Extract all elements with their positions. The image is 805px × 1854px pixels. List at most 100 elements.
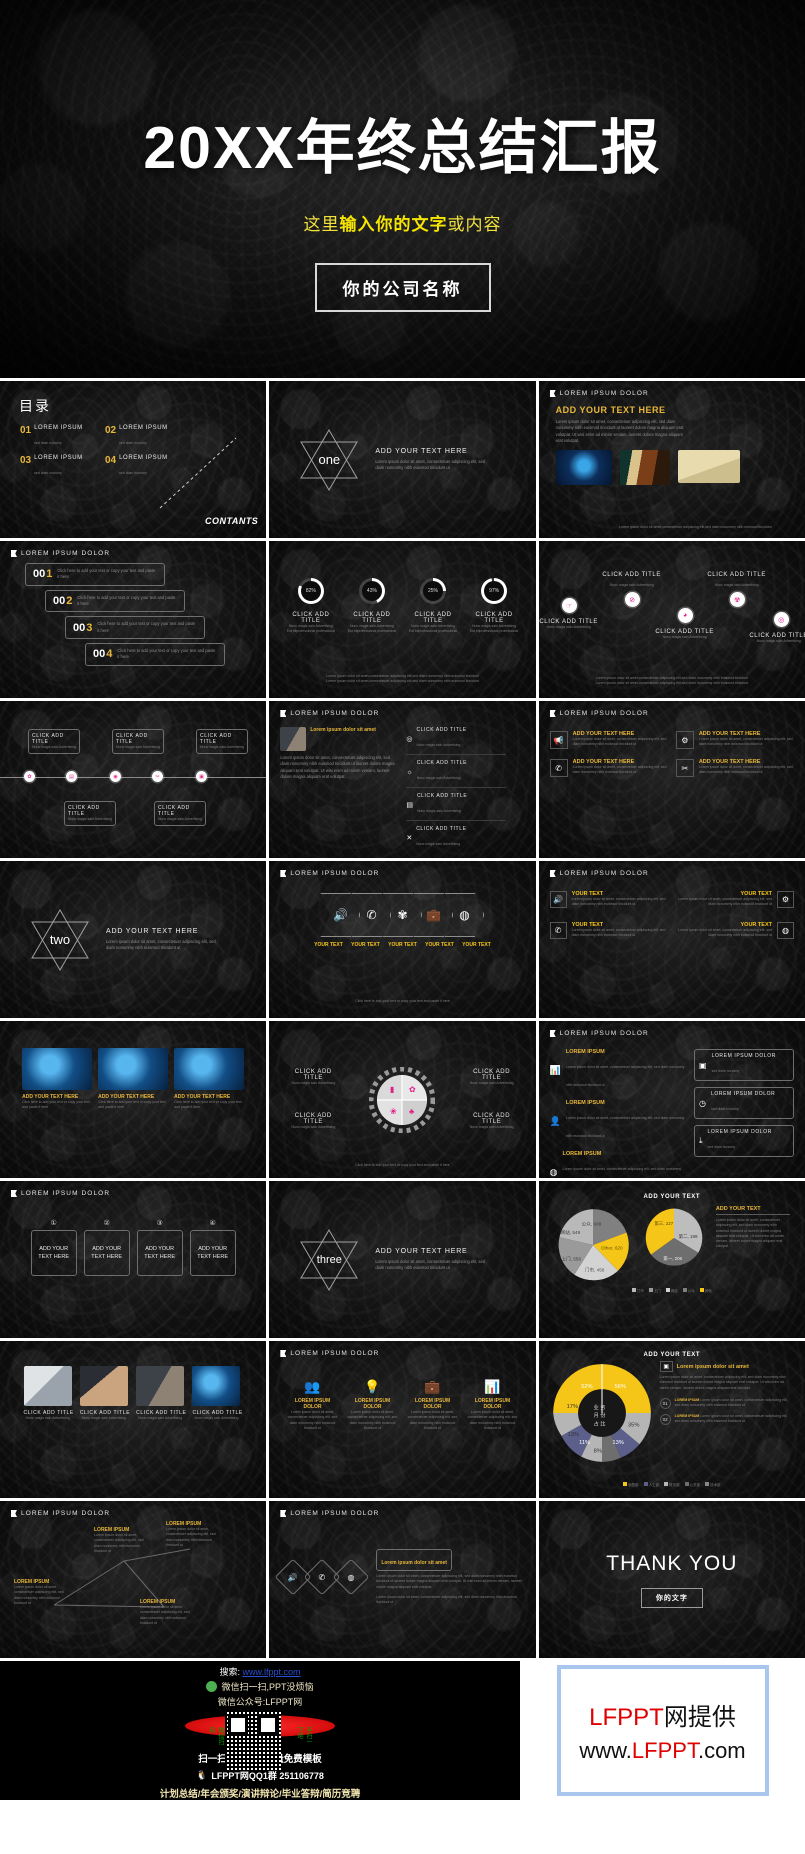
slide-thumb-four-cards[interactable]: LOREM IPSUM DOLOR ① ADD YOUR TEXT HERE ②… [0,1181,267,1338]
slide-thumb-icon-rows[interactable]: LOREM IPSUM DOLOR 📊 LOREM IPSUM Lorem ip… [538,1021,805,1178]
chart-icon: 📊 [484,1379,501,1394]
slide-thumb-diamonds[interactable]: LOREM IPSUM DOLOR 🔊 ✆ ◍ Lorem ipsum dolo… [269,1501,536,1658]
icon-block[interactable]: ✆ YOUR TEXT Lorem ipsum dolor sit amet, … [549,922,669,939]
slide-thumb-section-one[interactable]: one ADD YOUR TEXT HERE Lorem ipsum dolor… [269,381,536,538]
slide-thumb-diagram[interactable]: LOREM IPSUM DOLOR LOREM IPSUM Lorem ipsu… [0,1501,267,1658]
icon-block[interactable]: ⚙ ADD YOUR TEXT HERE Lorem ipsum dolor s… [675,731,794,749]
numbered-item[interactable]: 01 LOREM IPSUM Lorem ipsum dolor sit ame… [659,1397,794,1409]
slide-thumb-toc[interactable]: 目录 01 LOREM IPSUM sed diam nonumy 02 LOR… [0,381,267,538]
photo-card[interactable]: CLICK ADD TITLE Nunc magis sain Advertis… [192,1366,242,1421]
numbered-card[interactable]: ① ADD YOUR TEXT HERE [30,1219,77,1276]
slide-thumb-chevrons[interactable]: LOREM IPSUM DOLOR 🔊 ✆ ✾ 💼 ◍ YOUR TEXT YO… [269,861,536,1018]
icon-block[interactable]: ✂ ADD YOUR TEXT HERE Lorem ipsum dolor s… [675,759,794,777]
zigzag-node[interactable]: ◎ CLICK ADD TITLE Nunc magis sain Advert… [749,612,805,644]
phone-icon: ✆ [366,908,377,922]
slide-thumb-three-photos[interactable]: ADD YOUR TEXT HERE Click here to add you… [0,1021,267,1178]
toc-item-01[interactable]: 01 LOREM IPSUM sed diam nonumy [20,425,95,449]
toc-item-03[interactable]: 03 LOREM IPSUM sed diam nonumy [20,455,95,479]
slide-header-label: LOREM IPSUM DOLOR [21,1190,111,1197]
bulb-icon[interactable]: ◍ [332,1558,370,1596]
zigzag-node[interactable]: CLICK ADD TITLE Nunc magis sain Advertis… [602,572,665,608]
icon-block[interactable]: ✆ ADD YOUR TEXT HERE Lorem ipsum dolor s… [549,759,668,777]
list-item[interactable]: ✕ CLICK ADD TITLE Nunc magis sain Advert… [406,826,506,850]
card-label: ADD YOUR TEXT HERE [30,1230,77,1276]
slide-thumb-gear[interactable]: CLICK ADD TITLE Nunc magis sain Advertis… [269,1021,536,1178]
slide-thumb-photo-list[interactable]: LOREM IPSUM DOLOR Lorem ipsum dolor sit … [269,701,536,858]
monitor-icon[interactable]: ▣ [196,771,207,782]
photo-card[interactable]: ADD YOUR TEXT HERE Click here to add you… [174,1048,245,1111]
step-row[interactable]: 00 1 Click here to add your text or copy … [25,563,165,586]
hand-pointer-icon: ☞ [561,598,577,613]
icon-card[interactable]: ⤓ LOREM IPSUM DOLOR sed diam nonumy [694,1125,794,1157]
timeline-callout[interactable]: CLICK ADD TITLE Nunc magis sain Advertis… [112,729,164,755]
timeline-callout[interactable]: CLICK ADD TITLE Nunc magis sain Advertis… [28,729,80,755]
timeline-callout[interactable]: CLICK ADD TITLE Nunc magis sain Advertis… [196,729,248,755]
footer-search-url[interactable]: www.lfppt.com [243,1667,301,1677]
step-row[interactable]: 00 3 Click here to add your text or copy … [65,616,205,640]
photo-card[interactable]: ADD YOUR TEXT HERE Click here to add you… [98,1048,169,1111]
thumb-photo [192,1366,241,1406]
step-text: Click here to add your text or copy your… [57,568,156,580]
icon-block[interactable]: ⚙ YOUR TEXT Lorem ipsum dolor sit amet, … [675,891,794,908]
numbered-card[interactable]: ② ADD YOUR TEXT HERE [83,1219,130,1276]
slide-thumb-icon-four[interactable]: LOREM IPSUM DOLOR 👥 LOREM IPSUM DOLOR Lo… [269,1341,536,1498]
clock-icon: ◷ [699,1098,706,1108]
list-item[interactable]: ▤ CLICK ADD TITLE Nunc magis sain Advert… [406,793,507,821]
slide-thumb-thank-you[interactable]: THANK YOU 你的文字 [538,1501,805,1658]
icon-column[interactable]: 📊 LOREM IPSUM DOLOR Lorem ipsum dolor si… [465,1379,519,1431]
slide-thumb-three-images[interactable]: LOREM IPSUM DOLOR ADD YOUR TEXT HERE Lor… [538,381,805,538]
slide-thumb-timeline[interactable]: CLICK ADD TITLE Nunc magis sain Advertis… [0,701,267,858]
diagram-node[interactable]: LOREM IPSUM Lorem ipsum dolor sit amet, … [166,1521,224,1548]
slide-thumb-photo-grid[interactable]: CLICK ADD TITLE Nunc magis sain Advertis… [0,1341,267,1498]
list-item[interactable]: ◎ CLICK ADD TITLE Nunc magis sain Advert… [406,727,507,755]
watermark-suffix: 网提供 [663,1704,736,1731]
photo-card[interactable]: CLICK ADD TITLE Nunc magis sain Advertis… [79,1366,130,1421]
zigzag-node[interactable]: CLICK ADD TITLE Nunc magis sain Advertis… [707,572,770,608]
numbered-card[interactable]: ④ ADD YOUR TEXT HERE [189,1219,236,1276]
slide-thumb-four-icons[interactable]: LOREM IPSUM DOLOR 📢 ADD YOUR TEXT HERE L… [538,701,805,858]
slide-thumb-rings[interactable]: 82% CLICK ADD TITLE Nunc magis sain Adve… [269,541,536,698]
zigzag-node[interactable]: ◕ CLICK ADD TITLE Nunc magis sain Advert… [655,608,718,640]
timeline-callout[interactable]: CLICK ADD TITLE Nunc magis sain Advertis… [154,801,206,827]
list-item[interactable]: ☼ CLICK ADD TITLE Nunc magis sain Advert… [406,760,507,788]
toc-sub: sed diam nonumy [34,441,62,445]
icon-row[interactable]: 👤 LOREM IPSUM Lorem ipsum dolor sit amet… [550,1100,686,1142]
timeline-callout[interactable]: CLICK ADD TITLE Nunc magis sain Advertis… [64,801,116,827]
icon-block[interactable]: 🔊 YOUR TEXT Lorem ipsum dolor sit amet, … [549,891,669,908]
slide-thumb-section-three[interactable]: three ADD YOUR TEXT HERE Lorem ipsum dol… [269,1181,536,1338]
slide-thumb-quad-icons[interactable]: LOREM IPSUM DOLOR 🔊 YOUR TEXT Lorem ipsu… [538,861,805,1018]
photo-card[interactable]: CLICK ADD TITLE Nunc magis sain Advertis… [23,1366,74,1421]
icon-block[interactable]: ◍ YOUR TEXT Lorem ipsum dolor sit amet, … [675,922,794,939]
watermark-line-2: www.LFPPT.com [579,1738,745,1764]
icon-block[interactable]: 📢 ADD YOUR TEXT HERE Lorem ipsum dolor s… [549,731,668,749]
book-icon[interactable]: ▤ [66,771,77,782]
photo-card[interactable]: CLICK ADD TITLE Nunc magis sain Advertis… [136,1366,186,1421]
slide-thumb-steps[interactable]: LOREM IPSUM DOLOR 00 1 Click here to add … [0,541,267,698]
slide-thumb-pink-zigzag[interactable]: ☞ CLICK ADD TITLE Nunc magis sain Advert… [538,541,805,698]
icon-column[interactable]: 💡 LOREM IPSUM DOLOR Lorem ipsum dolor si… [345,1379,399,1431]
numbered-card[interactable]: ③ ADD YOUR TEXT HERE [136,1219,183,1276]
target-icon[interactable]: ◉ [110,771,121,782]
numbered-item[interactable]: 02 LOREM IPSUM Lorem ipsum dolor sit ame… [659,1413,794,1425]
icon-card[interactable]: ▣ LOREM IPSUM DOLOR sed diam nonumy [694,1049,794,1081]
thank-you-button[interactable]: 你的文字 [640,1587,703,1608]
tools-icon[interactable]: ✂ [152,771,163,782]
diagram-node[interactable]: LOREM IPSUM Lorem ipsum dolor sit amet, … [140,1599,198,1626]
slide-thumb-pies[interactable]: ADD YOUR TEXT 公众, 689 Other, 620 门市, 458… [538,1181,805,1338]
photo-card[interactable]: ADD YOUR TEXT HERE Click here to add you… [22,1048,93,1111]
icon-row[interactable]: 📊 LOREM IPSUM Lorem ipsum dolor sit amet… [550,1049,686,1091]
step-row[interactable]: 00 4 Click here to add your text or copy … [85,643,225,666]
slide-thumb-donut[interactable]: ADD YOUR TEXT 52% 56% 35% 13% 8% 11% 13%… [538,1341,805,1498]
icon-column[interactable]: 💼 LOREM IPSUM DOLOR Lorem ipsum dolor si… [405,1379,459,1431]
zigzag-node[interactable]: ☞ CLICK ADD TITLE Nunc magis sain Advert… [539,598,602,630]
slide-thumb-section-two[interactable]: two ADD YOUR TEXT HERE Lorem ipsum dolor… [0,861,267,1018]
icon-row[interactable]: ◍ LOREM IPSUM Lorem ipsum dolor sit amet… [550,1151,686,1178]
icon-column[interactable]: 👥 LOREM IPSUM DOLOR Lorem ipsum dolor si… [285,1379,339,1431]
diagram-node[interactable]: LOREM IPSUM Lorem ipsum dolor sit amet, … [14,1579,72,1606]
callout-title: CLICK ADD TITLE [116,733,148,745]
step-row[interactable]: 00 2 Click here to add your text or copy … [45,589,185,613]
diagram-node[interactable]: LOREM IPSUM Lorem ipsum dolor sit amet, … [94,1527,152,1554]
icon-card[interactable]: ◷ LOREM IPSUM DOLOR sed diam nonumy [694,1087,794,1119]
gear-icon[interactable]: ✿ [24,771,35,782]
photo-body: Nunc magis sain Advertising [194,1416,239,1420]
